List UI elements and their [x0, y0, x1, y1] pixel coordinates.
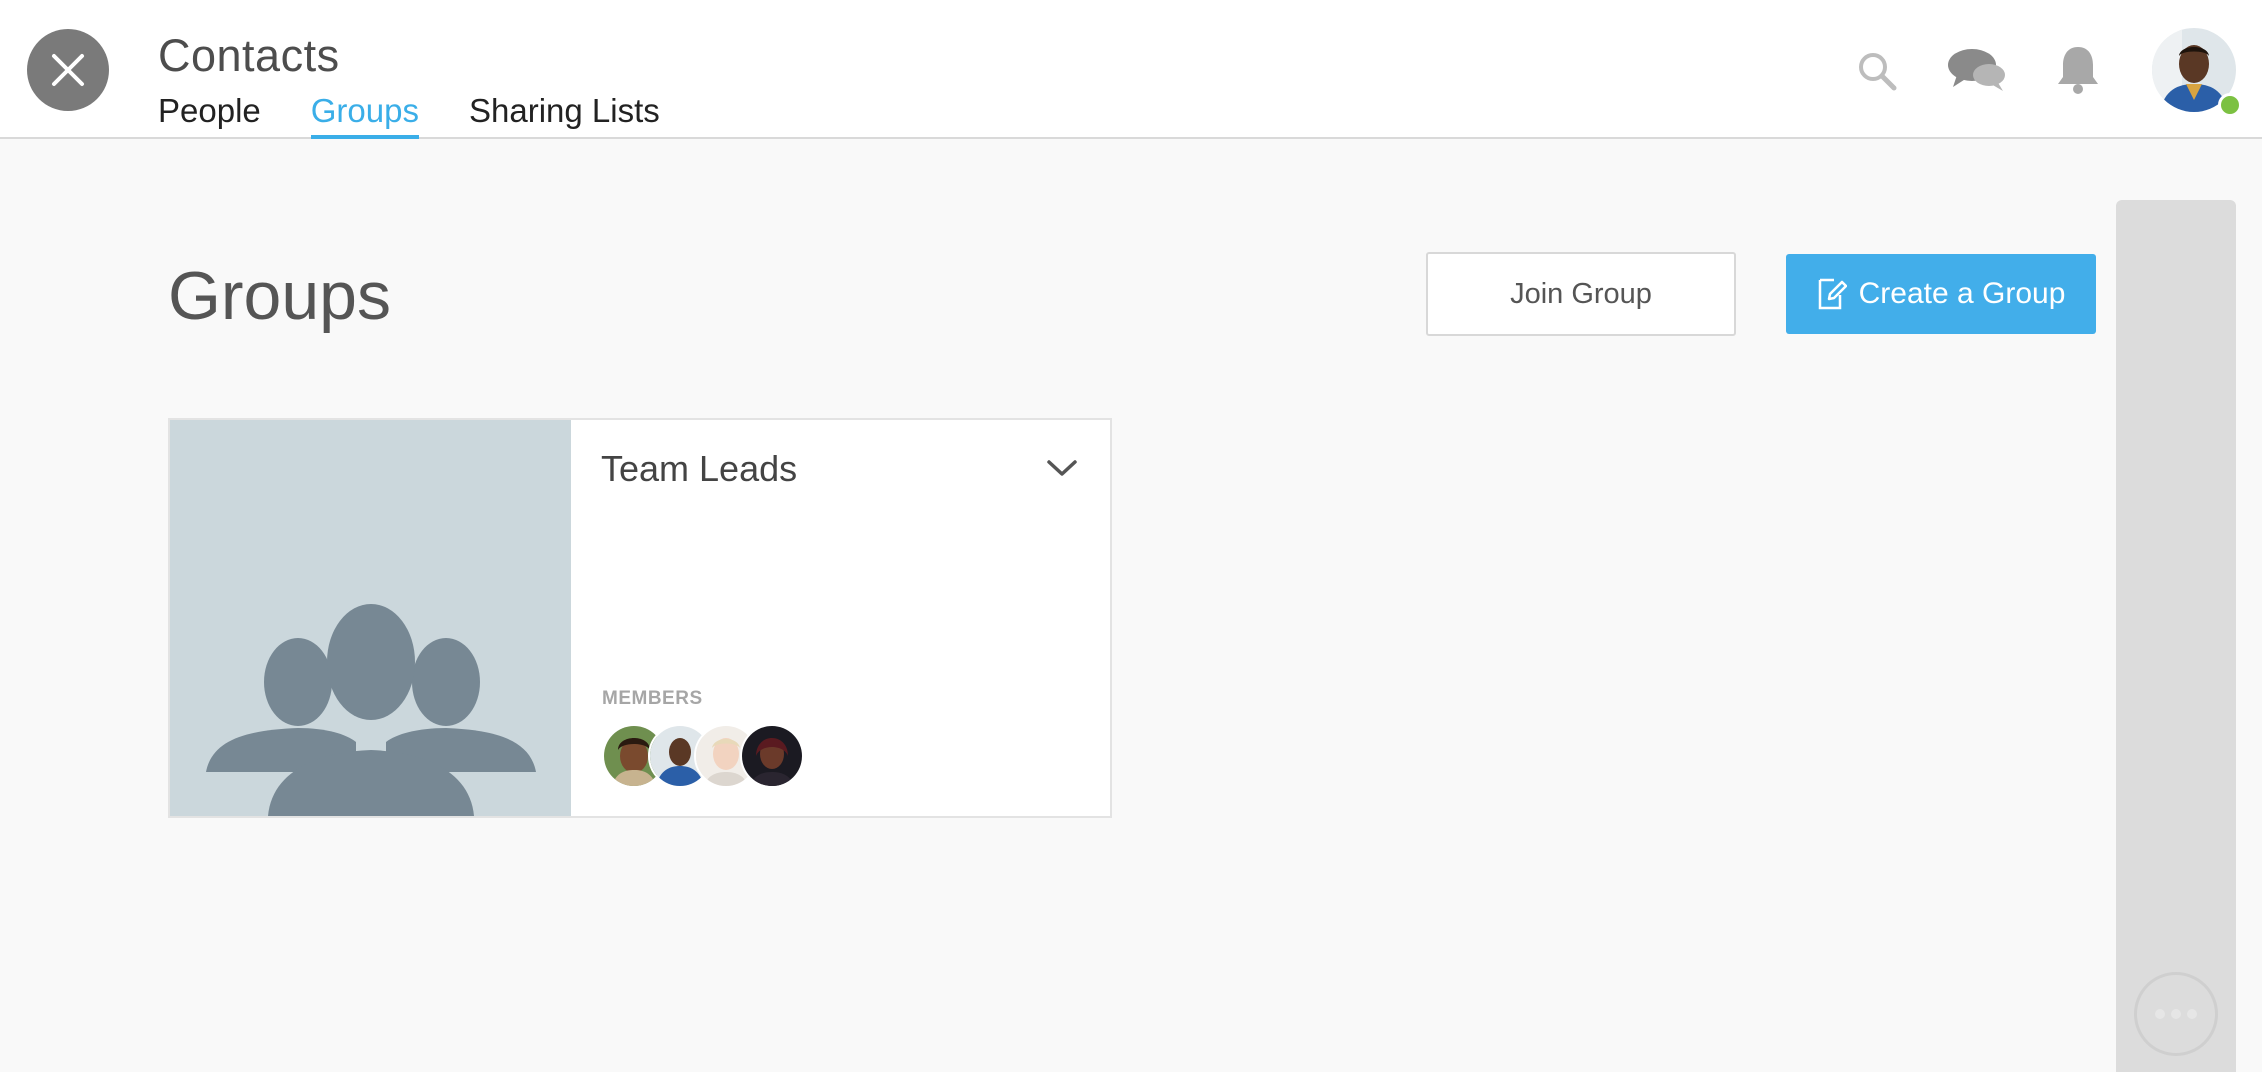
presence-indicator — [2218, 93, 2242, 117]
notifications-button[interactable] — [2054, 42, 2102, 96]
right-rail — [2116, 200, 2236, 1072]
bell-icon — [2058, 47, 2098, 94]
search-icon — [1859, 53, 1897, 91]
member-photo — [742, 726, 802, 786]
close-button[interactable] — [27, 29, 109, 111]
chevron-down-icon — [1047, 460, 1077, 476]
create-group-button[interactable]: Create a Group — [1786, 254, 2096, 334]
more-dots-icon — [2155, 1009, 2197, 1019]
app-title: Contacts — [158, 30, 340, 81]
search-button[interactable] — [1854, 48, 1900, 94]
close-icon — [52, 54, 84, 86]
create-group-label: Create a Group — [1858, 277, 2066, 310]
chat-icon — [1948, 49, 2005, 91]
group-options-button[interactable] — [1040, 446, 1084, 490]
group-placeholder-image — [170, 420, 571, 816]
page-title: Groups — [168, 258, 391, 334]
join-group-button[interactable]: Join Group — [1426, 252, 1736, 336]
more-button[interactable] — [2134, 972, 2218, 1056]
members-label: MEMBERS — [602, 688, 703, 709]
group-card[interactable]: Team Leads MEMBERS — [168, 418, 1112, 818]
tab-bar: People Groups Sharing Lists — [158, 92, 660, 139]
group-people-icon — [205, 604, 536, 816]
member-avatar[interactable] — [740, 724, 804, 788]
group-name: Team Leads — [601, 448, 798, 489]
edit-icon — [1818, 278, 1847, 310]
members-list — [602, 724, 804, 788]
tab-sharing-lists[interactable]: Sharing Lists — [469, 92, 660, 134]
top-bar: Contacts People Groups Sharing Lists — [0, 0, 2262, 139]
tab-groups[interactable]: Groups — [310, 92, 420, 139]
tab-people[interactable]: People — [158, 92, 261, 134]
chat-button[interactable] — [1946, 44, 2008, 96]
